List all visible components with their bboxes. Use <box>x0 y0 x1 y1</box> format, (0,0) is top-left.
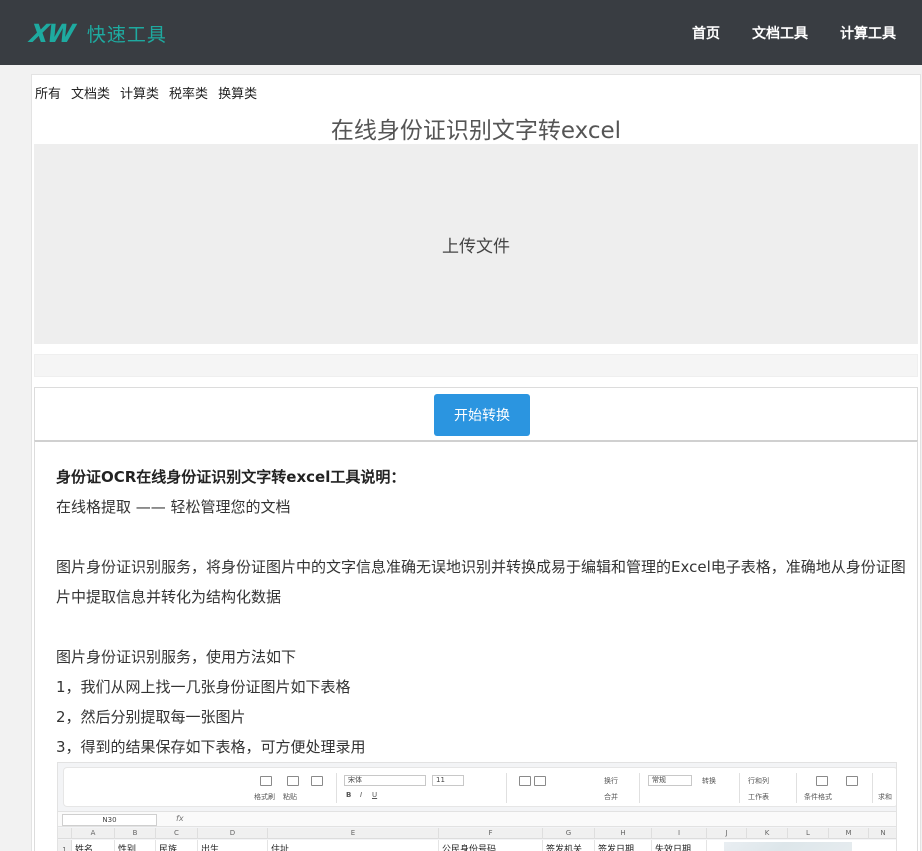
number-format-select: 常规 <box>648 775 692 786</box>
column-header: I <box>652 828 707 839</box>
category-calculation[interactable]: 计算类 <box>120 83 159 102</box>
column-header: D <box>198 828 268 839</box>
toolbar-label: 格式刷 <box>254 793 275 801</box>
column-header: E <box>268 828 439 839</box>
description-section: 身份证OCR在线身份证识别文字转excel工具说明： 在线格提取 —— 轻松管理… <box>34 440 918 851</box>
id-card-photo-thumbnail <box>724 842 852 851</box>
usage-step: 3，得到的结果保存如下表格，可方便处理录用 <box>56 738 366 756</box>
category-filter: 所有 文档类 计算类 税率类 换算类 <box>35 83 257 102</box>
nav-link-calc-tools[interactable]: 计算工具 <box>840 24 896 44</box>
column-header: K <box>747 828 788 839</box>
description-title: 身份证OCR在线身份证识别文字转excel工具说明： <box>56 468 406 486</box>
description-subtitle: 在线格提取 —— 轻松管理您的文档 <box>56 498 291 516</box>
logo-text: 快速工具 <box>86 23 167 46</box>
column-header: H <box>595 828 652 839</box>
table-header-cell: 出生 <box>198 840 268 851</box>
align-left-icon <box>519 776 531 786</box>
font-size-select: 11 <box>432 775 464 786</box>
site-logo[interactable]: XW 快速工具 <box>27 18 167 48</box>
spreadsheet-toolbar: 格式刷 粘贴 宋体 11 B I U 换行 合并 常规 转换 行和列 工作表 条… <box>63 767 896 807</box>
category-all[interactable]: 所有 <box>35 83 61 102</box>
usage-step: 1，我们从网上找一几张身份证图片如下表格 <box>56 678 351 696</box>
table-header-cell: 姓名 <box>72 840 115 851</box>
paste-icon <box>287 776 299 786</box>
progress-bar <box>34 354 918 377</box>
formula-bar: N30 fx <box>58 811 896 827</box>
column-header: L <box>788 828 829 839</box>
column-header: C <box>156 828 198 839</box>
column-header: N <box>869 828 896 839</box>
upload-dropzone[interactable]: 上传文件 <box>34 144 918 344</box>
main-panel: 所有 文档类 计算类 税率类 换算类 在线身份证识别文字转excel 上传文件 … <box>31 74 921 851</box>
toolbar-label: 行和列 <box>748 777 769 785</box>
category-conversion[interactable]: 换算类 <box>218 83 257 102</box>
usage-heading: 图片身份证识别服务，使用方法如下 <box>56 648 297 666</box>
column-header: M <box>829 828 869 839</box>
fx-icon: fx <box>176 814 184 823</box>
name-box: N30 <box>62 814 157 826</box>
top-navbar: XW 快速工具 首页 文档工具 计算工具 <box>0 0 922 65</box>
column-header-row: A B C D E F G H I J K L M N <box>58 828 896 839</box>
category-documents[interactable]: 文档类 <box>71 83 110 102</box>
table-style-icon <box>816 776 828 786</box>
column-header: F <box>439 828 543 839</box>
usage-step: 2，然后分别提取每一张图片 <box>56 708 246 726</box>
column-header: B <box>115 828 156 839</box>
column-header: A <box>72 828 115 839</box>
toolbar-label: 换行 <box>604 777 618 785</box>
fill-icon <box>846 776 858 786</box>
format-painter-icon <box>260 776 272 786</box>
upload-label: 上传文件 <box>442 236 510 257</box>
nav-link-doc-tools[interactable]: 文档工具 <box>752 24 808 44</box>
row-number: 1 <box>58 840 72 851</box>
toolbar-label: 条件格式 <box>804 793 832 801</box>
column-header: J <box>707 828 747 839</box>
category-tax-rate[interactable]: 税率类 <box>169 83 208 102</box>
description-intro: 图片身份证识别服务，将身份证图片中的文字信息准确无误地识别并转换成易于编辑和管理… <box>56 558 906 606</box>
page-title: 在线身份证识别文字转excel <box>330 118 622 144</box>
table-header-cell: 民族 <box>156 840 198 851</box>
table-header-cell: 失效日期 <box>652 840 707 851</box>
cut-icon <box>311 776 323 786</box>
font-name-select: 宋体 <box>344 775 426 786</box>
toolbar-label: 合并 <box>604 793 618 801</box>
action-row: 开始转换 <box>34 387 918 441</box>
table-header-cell: 签发机关 <box>543 840 595 851</box>
toolbar-label: 求和 <box>878 793 892 801</box>
column-header: G <box>543 828 595 839</box>
table-header-cell: 公民身份号码 <box>439 840 543 851</box>
toolbar-label: 粘贴 <box>283 793 297 801</box>
toolbar-label: 工作表 <box>748 793 769 801</box>
table-header-cell: 性别 <box>115 840 156 851</box>
toolbar-label: 转换 <box>702 777 716 785</box>
nav-link-home[interactable]: 首页 <box>692 24 720 44</box>
logo-mark: XW <box>27 18 75 48</box>
spreadsheet-example-image: 格式刷 粘贴 宋体 11 B I U 换行 合并 常规 转换 行和列 工作表 条… <box>57 762 897 851</box>
table-header-cell: 签发日期 <box>595 840 652 851</box>
table-header-cell: 住址 <box>268 840 439 851</box>
align-center-icon <box>534 776 546 786</box>
start-convert-button[interactable]: 开始转换 <box>434 394 530 436</box>
